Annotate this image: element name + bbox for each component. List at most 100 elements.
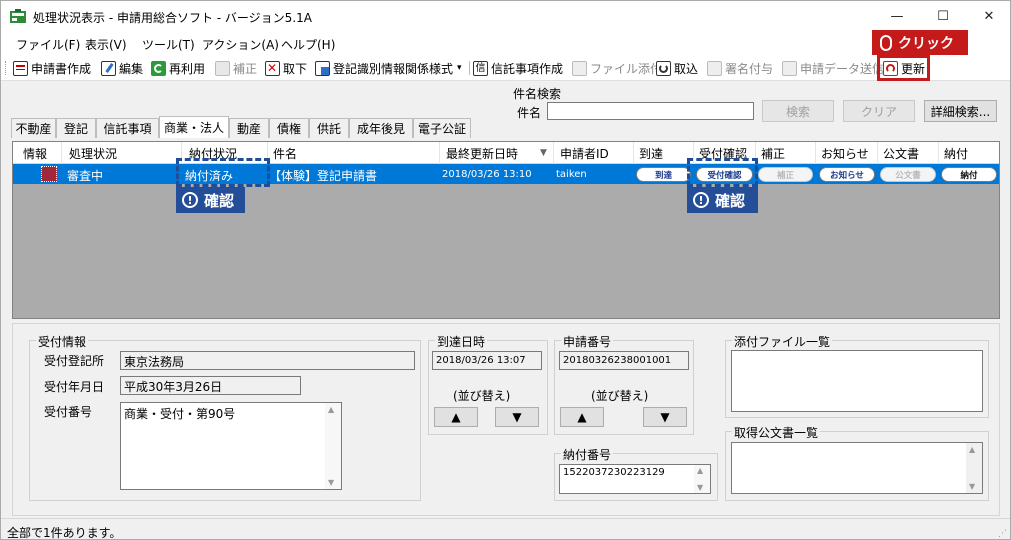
list-header: 情報 処理状況 納付状況 件名 最終更新日時 ▼ 申請者ID 到達 受付確認 補… xyxy=(13,142,999,164)
attachments-list[interactable] xyxy=(731,350,983,412)
toolbar-trust-label: 信託事項作成 xyxy=(491,61,564,76)
clear-button[interactable]: クリア xyxy=(843,100,915,122)
correction-button[interactable]: 補正 xyxy=(758,167,813,182)
minimize-button[interactable]: — xyxy=(874,1,920,31)
payment-number-value: 1522037230223129 xyxy=(563,467,665,478)
arrival-sort-up-button[interactable]: ▲ xyxy=(434,407,478,427)
correct-icon xyxy=(215,60,230,76)
menu-view[interactable]: 表示(V) xyxy=(85,36,127,53)
tab-guardianship[interactable]: 成年後見 xyxy=(349,118,413,138)
menu-help[interactable]: ヘルプ(H) xyxy=(281,36,335,53)
click-annotation-label: クリック xyxy=(898,35,954,52)
office-label: 受付登記所 xyxy=(44,354,105,368)
scrollbar[interactable]: ▲ ▼ xyxy=(325,403,341,489)
obtained-docs-list[interactable]: ▲ ▼ xyxy=(731,442,983,494)
official-doc-button[interactable]: 公文書 xyxy=(880,167,936,182)
maximize-button[interactable]: ☐ xyxy=(920,1,966,31)
toolbar-send-button[interactable]: 申請データ送信 xyxy=(782,59,884,77)
tab-real-estate[interactable]: 不動産 xyxy=(11,118,56,138)
chevron-down-icon[interactable]: ▾ xyxy=(457,63,462,73)
toolbar-sign-button[interactable]: 署名付与 xyxy=(707,59,773,77)
close-button[interactable]: ✕ xyxy=(966,1,1010,31)
toolbar-withdraw-button[interactable]: ✕ 取下 xyxy=(265,59,307,77)
payment-button[interactable]: 納付 xyxy=(941,167,997,182)
menu-tools[interactable]: ツール(T) xyxy=(142,36,195,53)
date-label: 受付年月日 xyxy=(44,380,105,394)
column-header[interactable]: 公文書 xyxy=(883,145,919,162)
receipt-number-field[interactable]: 商業・受付・第90号 ▲ ▼ xyxy=(120,402,342,490)
column-header[interactable]: 到達 xyxy=(639,145,663,162)
toolbar-attach-button[interactable]: ファイル添付 xyxy=(572,59,662,77)
column-divider xyxy=(439,142,440,164)
toolbar-reuse-button[interactable]: 再利用 xyxy=(151,59,205,77)
tab-commercial[interactable]: 商業・法人 xyxy=(159,116,229,138)
table-row[interactable]: 審査中 納付済み 【体験】登記申請書 2018/03/26 13:10 taik… xyxy=(13,164,999,184)
info-icon[interactable] xyxy=(41,166,57,182)
toolbar-edit-label: 編集 xyxy=(119,61,144,76)
search-input[interactable] xyxy=(547,102,754,120)
row-applicant-id: taiken xyxy=(556,169,587,180)
column-header[interactable]: 件名 xyxy=(273,145,297,162)
search-group-label: 件名検索 xyxy=(513,87,562,101)
application-number-label: 申請番号 xyxy=(561,333,614,350)
detail-search-button[interactable]: 詳細検索... xyxy=(924,100,997,122)
scrollbar[interactable]: ▲ ▼ xyxy=(966,443,982,493)
reuse-icon xyxy=(151,60,166,76)
menu-action[interactable]: アクション(A) xyxy=(202,36,279,53)
search-button[interactable]: 検索 xyxy=(762,100,834,122)
row-updated: 2018/03/26 13:10 xyxy=(442,169,532,180)
refresh-highlight xyxy=(877,55,930,81)
column-header[interactable]: 補正 xyxy=(761,145,785,162)
toolbar-registry-form-label: 登記識別情報関係様式 xyxy=(333,61,454,76)
column-header[interactable]: 情報 xyxy=(23,145,47,162)
tab-movables[interactable]: 動産 xyxy=(229,118,269,138)
tab-notary[interactable]: 電子公証 xyxy=(413,118,471,138)
toolbar-import-button[interactable]: 取込 xyxy=(656,59,698,77)
obtained-docs-label: 取得公文書一覧 xyxy=(732,424,821,441)
application-sort-up-button[interactable]: ▲ xyxy=(560,407,604,427)
tab-trust[interactable]: 信託事項 xyxy=(96,118,159,138)
column-header[interactable]: 処理状況 xyxy=(69,145,117,162)
status-bar: 全部で1件あります。 ⋰ xyxy=(1,518,1010,539)
column-divider xyxy=(877,142,878,164)
notice-button[interactable]: お知らせ xyxy=(819,167,875,182)
column-header[interactable]: お知らせ xyxy=(821,145,869,162)
toolbar-reuse-label: 再利用 xyxy=(169,61,206,76)
arrival-time-field[interactable]: 2018/03/26 13:07 xyxy=(432,351,542,370)
search-field-label: 件名 xyxy=(517,106,542,120)
arrival-sort-down-button[interactable]: ▼ xyxy=(495,407,539,427)
office-field[interactable]: 東京法務局 xyxy=(120,351,415,370)
date-field[interactable]: 平成30年3月26日 xyxy=(120,376,301,395)
toolbar-correct-button[interactable]: 補正 xyxy=(215,59,257,77)
toolbar-withdraw-label: 取下 xyxy=(283,61,308,76)
exclamation-icon: ! xyxy=(693,192,709,208)
registry-form-icon xyxy=(315,60,330,76)
tab-registry[interactable]: 登記 xyxy=(56,118,96,138)
column-header[interactable]: 申請者ID xyxy=(560,145,609,162)
column-divider xyxy=(553,142,554,164)
column-header[interactable]: 最終更新日時 xyxy=(446,145,518,162)
confirm-annotation: ! 確認 xyxy=(176,187,245,213)
title-bar: 処理状況表示 - 申請用総合ソフト - バージョン5.1A — ☐ ✕ xyxy=(1,1,1010,31)
sort-label: (並び替え) xyxy=(591,389,649,403)
scrollbar[interactable]: ▲ ▼ xyxy=(694,465,710,493)
arrival-button[interactable]: 到達 xyxy=(636,167,691,182)
application-sort-down-button[interactable]: ▼ xyxy=(643,407,687,427)
column-header[interactable]: 納付 xyxy=(944,145,968,162)
sign-icon xyxy=(707,60,722,76)
toolbar-registry-form-button[interactable]: 登記識別情報関係様式 ▾ xyxy=(315,59,462,77)
toolbar-trust-button[interactable]: 信 信託事項作成 xyxy=(473,59,563,77)
resize-grip-icon[interactable]: ⋰ xyxy=(998,529,1007,539)
tab-deposit[interactable]: 供託 xyxy=(309,118,349,138)
toolbar-import-label: 取込 xyxy=(674,61,699,76)
trust-icon: 信 xyxy=(473,60,488,76)
menu-file[interactable]: ファイル(F) xyxy=(16,36,80,53)
form-icon xyxy=(13,60,28,76)
column-divider xyxy=(938,142,939,164)
row-subject: 【体験】登記申請書 xyxy=(269,169,378,183)
tab-receivables[interactable]: 債権 xyxy=(269,118,309,138)
payment-number-field[interactable]: 1522037230223129 ▲ ▼ xyxy=(559,464,711,494)
toolbar-create-button[interactable]: 申請書作成 xyxy=(13,59,91,77)
toolbar-edit-button[interactable]: 編集 xyxy=(101,59,143,77)
application-number-field[interactable]: 20180326238001001 xyxy=(559,351,689,370)
